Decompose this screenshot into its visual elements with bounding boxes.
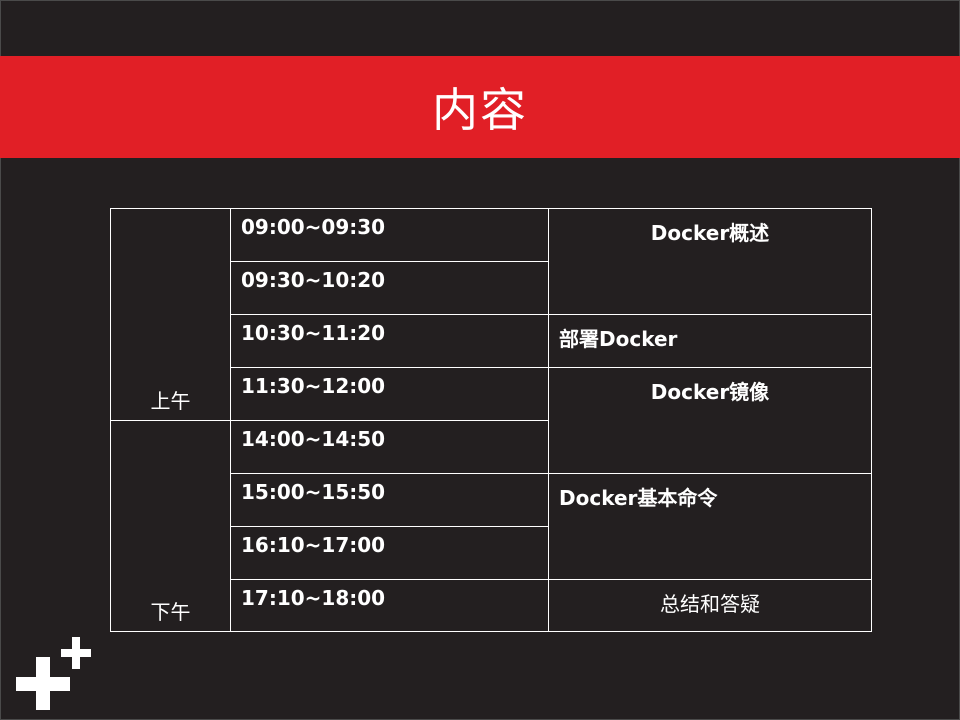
time-cell: 15:00~15:50 — [230, 473, 549, 527]
period-afternoon-cell: 下午 — [110, 420, 231, 632]
topic-deploy-cell: 部署Docker — [548, 314, 872, 368]
table-row: 上午 09:00~09:30 Docker概述 — [110, 208, 872, 421]
time-cell: 09:30~10:20 — [230, 261, 549, 315]
time-cell: 16:10~17:00 — [230, 526, 549, 580]
schedule-table: 上午 09:00~09:30 Docker概述 09:30~10:20 10:3… — [110, 208, 872, 632]
time-cell: 11:30~12:00 — [230, 367, 549, 421]
period-morning-label: 上午 — [150, 389, 191, 413]
period-morning-cell: 上午 — [110, 208, 231, 421]
slide-title: 内容 — [432, 83, 528, 137]
topic-images-cell: Docker镜像 — [548, 367, 872, 474]
period-afternoon-label: 下午 — [150, 600, 191, 624]
time-cell: 09:00~09:30 — [230, 208, 549, 262]
title-band: 内容 — [0, 56, 960, 158]
topic-summary-cell: 总结和答疑 — [548, 579, 872, 632]
time-cell: 14:00~14:50 — [230, 420, 549, 474]
topic-commands-cell: Docker基本命令 — [548, 473, 872, 580]
time-cell: 10:30~11:20 — [230, 314, 549, 368]
topic-overview-cell: Docker概述 — [548, 208, 872, 315]
plus-logo-icon — [16, 637, 91, 710]
time-cell: 17:10~18:00 — [230, 579, 549, 632]
